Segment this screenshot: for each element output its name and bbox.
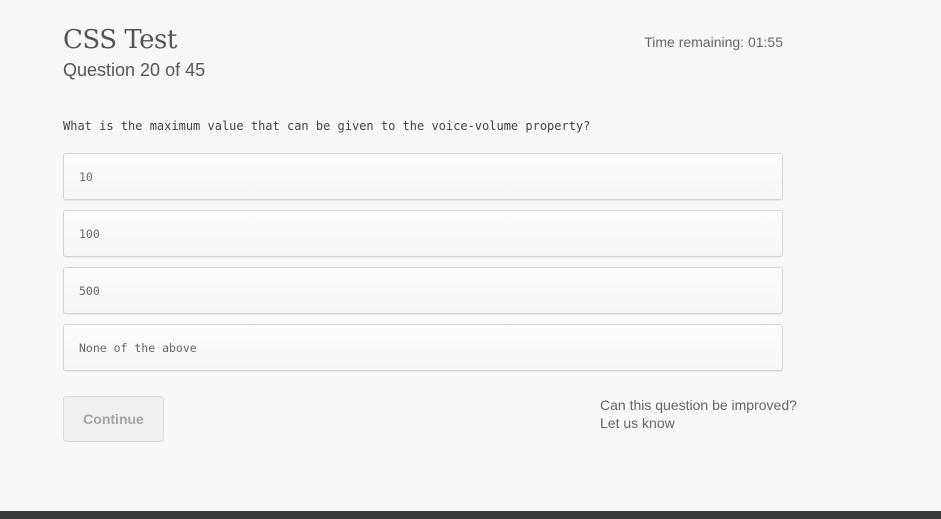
time-remaining: Time remaining: 01:55 [644, 34, 783, 50]
let-us-know-link[interactable]: Let us know [600, 414, 797, 432]
continue-button[interactable]: Continue [63, 396, 164, 442]
answer-option-label: None of the above [79, 340, 197, 355]
question-progress: Question 20 of 45 [63, 60, 206, 80]
question-text: What is the maximum value that can be gi… [63, 119, 591, 133]
answer-option[interactable]: 100 [63, 210, 783, 257]
answer-option-label: 500 [79, 283, 100, 298]
footer-bar [0, 511, 941, 519]
answer-option-label: 100 [79, 226, 100, 241]
answer-option[interactable]: 10 [63, 153, 783, 200]
feedback-prompt: Can this question be improved? Let us kn… [600, 396, 797, 432]
answer-options: 10 100 500 None of the above [63, 153, 783, 381]
answer-option[interactable]: 500 [63, 267, 783, 314]
page-title: CSS Test [63, 25, 177, 55]
answer-option[interactable]: None of the above [63, 324, 783, 371]
improve-question-link[interactable]: Can this question be improved? [600, 396, 797, 414]
answer-option-label: 10 [79, 169, 93, 184]
